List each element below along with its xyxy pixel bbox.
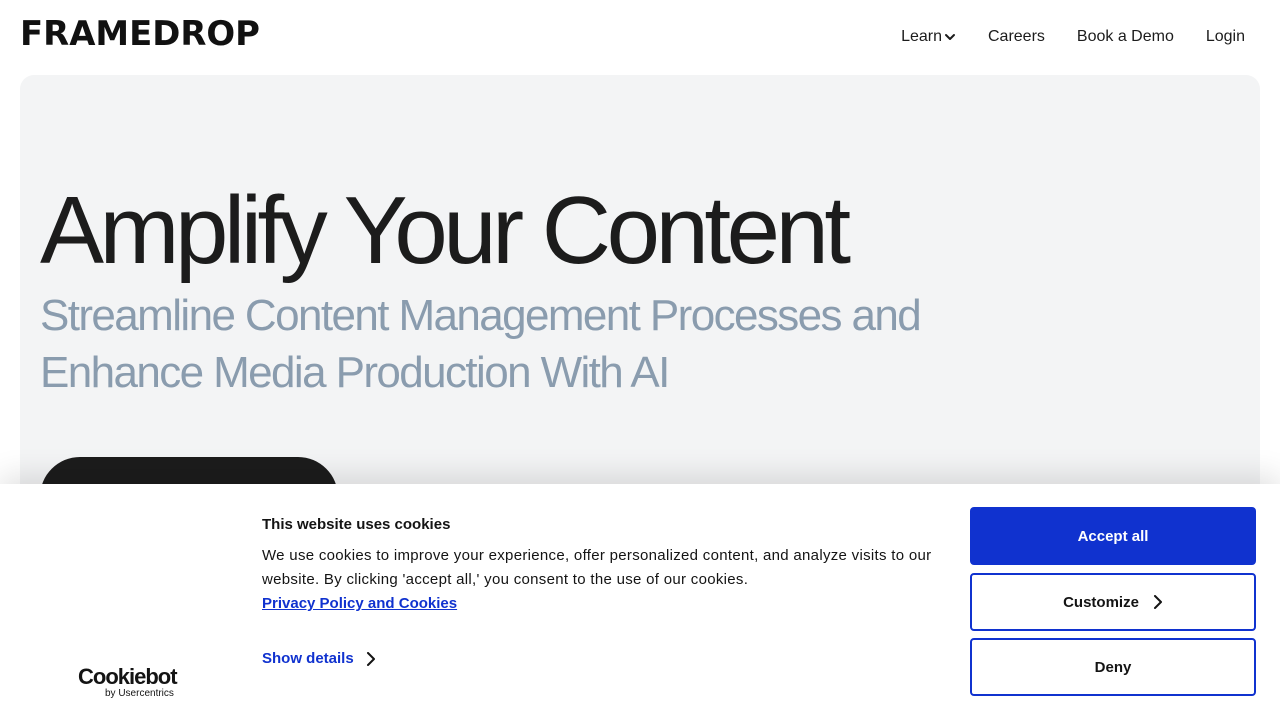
show-details-button[interactable]: Show details <box>262 650 376 667</box>
chevron-right-icon <box>1153 595 1162 609</box>
cookie-title: This website uses cookies <box>262 516 451 533</box>
framedrop-logo[interactable]: FRAMEDROP <box>20 19 260 47</box>
cookiebot-logo-text: Cookiebot <box>78 664 178 689</box>
site-header: FRAMEDROP Learn Careers Book a Demo Logi… <box>0 0 1280 75</box>
hero-subtitle: Streamline Content Management Processes … <box>40 291 922 397</box>
deny-button[interactable]: Deny <box>970 638 1256 696</box>
nav-login[interactable]: Login <box>1206 28 1245 46</box>
accept-all-button[interactable]: Accept all <box>970 507 1256 565</box>
cookie-banner: Cookiebot by Usercentrics This website u… <box>0 484 1280 720</box>
customize-label: Customize <box>1063 593 1139 611</box>
nav-learn-label: Learn <box>901 28 942 45</box>
nav-careers[interactable]: Careers <box>988 28 1045 46</box>
customize-button[interactable]: Customize <box>970 573 1256 631</box>
cookiebot-logo[interactable]: Cookiebot by Usercentrics <box>78 664 182 700</box>
cookiebot-logo-subtext: by Usercentrics <box>105 688 174 699</box>
show-details-label: Show details <box>262 650 354 667</box>
main-nav: Learn Careers Book a Demo Login <box>901 28 1245 46</box>
chevron-down-icon <box>945 34 955 40</box>
cookie-description: We use cookies to improve your experienc… <box>262 547 932 588</box>
hero-title: Amplify Your Content <box>40 177 851 284</box>
privacy-policy-link[interactable]: Privacy Policy and Cookies <box>262 595 457 612</box>
nav-book-demo[interactable]: Book a Demo <box>1077 28 1174 46</box>
nav-learn[interactable]: Learn <box>901 28 956 46</box>
logo-text: FRAMEDROP <box>20 19 260 47</box>
chevron-right-icon <box>366 651 375 666</box>
